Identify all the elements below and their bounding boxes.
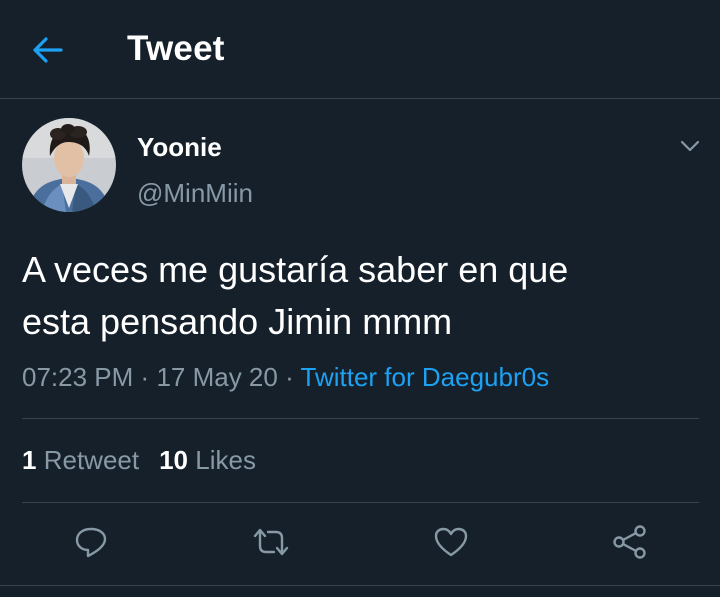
- chevron-down-icon: [680, 140, 700, 152]
- page-title: Tweet: [127, 29, 225, 68]
- username[interactable]: @MinMiin: [137, 178, 253, 209]
- retweet-icon: [251, 527, 291, 557]
- tweet-time: 07:23 PM: [22, 362, 134, 392]
- arrow-left-icon: [33, 37, 63, 63]
- tweet-text: A veces me gustaría saber en que esta pe…: [22, 244, 702, 348]
- share-icon: [612, 525, 648, 559]
- tweet-text-line: esta pensando Jimin mmm: [22, 301, 453, 342]
- avatar[interactable]: [22, 118, 116, 212]
- retweets-label: Retweet: [43, 445, 140, 475]
- meta-separator: ·: [285, 362, 294, 392]
- tweet-detail-screen: Tweet Yoonie @MinMiin A veces me gustarí…: [0, 0, 720, 597]
- top-app-bar: Tweet: [0, 0, 720, 99]
- likes-stat[interactable]: 10 Likes: [159, 445, 256, 475]
- reply-button[interactable]: [69, 520, 113, 564]
- retweets-count: 1: [22, 445, 37, 475]
- divider: [22, 502, 699, 503]
- tweet-date: 17 May 20: [156, 362, 278, 392]
- share-button[interactable]: [608, 520, 652, 564]
- display-name[interactable]: Yoonie: [137, 132, 222, 163]
- like-icon: [433, 526, 469, 558]
- divider: [0, 585, 720, 586]
- retweets-stat[interactable]: 1 Retweet: [22, 445, 139, 475]
- likes-count: 10: [159, 445, 189, 475]
- back-button[interactable]: [22, 26, 74, 74]
- reply-icon: [74, 526, 108, 558]
- more-options-button[interactable]: [672, 128, 708, 164]
- engagement-stats: 1 Retweet 10 Likes: [22, 445, 256, 476]
- like-button[interactable]: [429, 520, 473, 564]
- divider: [22, 418, 699, 419]
- tweet-meta: 07:23 PM · 17 May 20 · Twitter for Daegu…: [22, 362, 549, 393]
- tweet-source-link[interactable]: Twitter for Daegubr0s: [301, 362, 550, 392]
- likes-label: Likes: [195, 445, 256, 475]
- tweet-text-line: A veces me gustaría saber en que: [22, 249, 569, 290]
- meta-separator: ·: [140, 362, 150, 392]
- retweet-button[interactable]: [249, 520, 293, 564]
